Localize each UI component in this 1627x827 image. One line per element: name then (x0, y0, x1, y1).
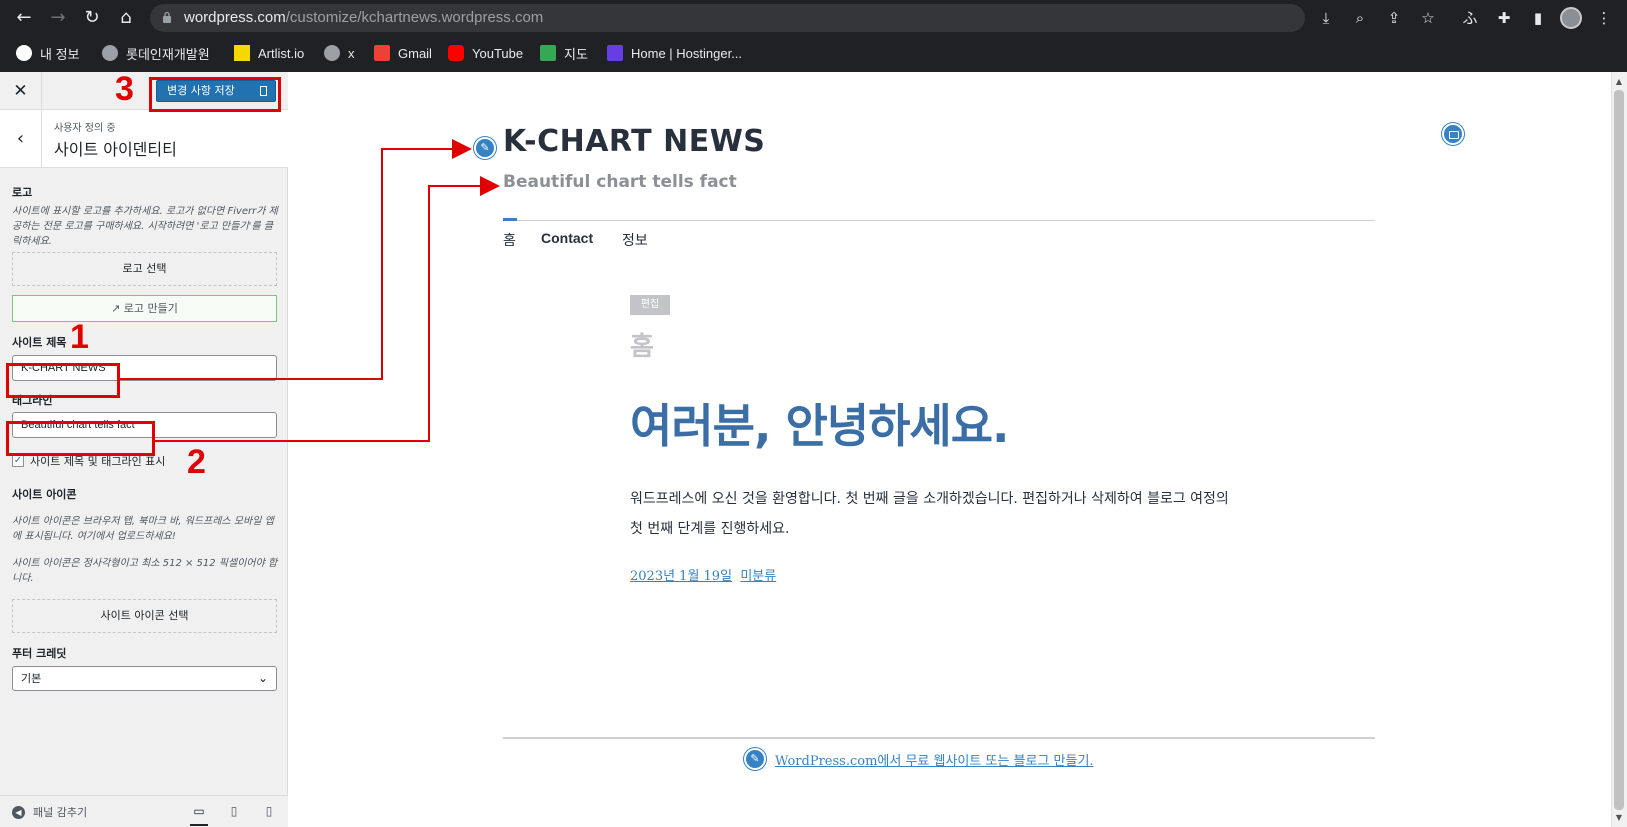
post-meta: 2023년 1월 19일 미분류 (630, 565, 776, 584)
header-divider (503, 220, 1375, 221)
star-icon[interactable]: ☆ (1418, 8, 1438, 28)
globe-icon (102, 45, 118, 61)
bookmark-label: 지도 (564, 46, 588, 62)
lock-icon (163, 11, 171, 23)
gmail-icon (374, 45, 390, 61)
browser-chrome: ← → ↻ ⌂ wordpress.com/customize/kchartne… (0, 0, 1627, 72)
breadcrumb: 사용자 정의 중 (54, 123, 116, 134)
external-link-icon: ↗ (111, 302, 124, 315)
nav-item-about[interactable]: 정보 (622, 230, 648, 250)
bookmark-label: 내 정보 (40, 46, 80, 62)
bookmarks-bar: 내 정보 롯데인재개발원 Artlist.io x Gmail YouTube … (0, 38, 1627, 68)
edit-credit-pencil-icon[interactable]: ✎ (744, 748, 766, 770)
browser-toolbar: ← → ↻ ⌂ wordpress.com/customize/kchartne… (0, 0, 1627, 36)
youtube-icon (448, 45, 464, 61)
edit-badge[interactable]: 편집 (630, 295, 670, 315)
site-icon-description: 사이트 아이콘은 브라우저 탭, 북마크 바, 워드프레스 모바일 앱에 표시됩… (12, 516, 274, 542)
puzzle-icon[interactable]: ✚ (1494, 8, 1514, 28)
annotation-box-save (149, 77, 281, 112)
header-image-icon[interactable] (1442, 123, 1464, 145)
chevron-down-icon: ⌄ (257, 671, 268, 685)
nav-item-home[interactable]: 홈 (503, 230, 516, 250)
extension-fu-icon[interactable]: ふ (1460, 8, 1480, 28)
post-date-link[interactable]: 2023년 1월 19일 (630, 569, 732, 584)
bookmark-item[interactable]: Artlist.io (234, 42, 304, 64)
site-title-label: 사이트 제목 (12, 336, 67, 349)
footer-credit-link[interactable]: WordPress.com에서 무료 웹사이트 또는 블로그 만들기. (775, 750, 1094, 769)
desktop-preview-icon[interactable]: ▭ (190, 802, 208, 826)
bookmark-label: x (348, 45, 355, 61)
reload-icon[interactable]: ↻ (80, 6, 104, 30)
artlist-icon (234, 45, 250, 61)
address-bar[interactable]: wordpress.com/customize/kchartnews.wordp… (150, 4, 1305, 32)
page-title: 홈 (630, 332, 654, 362)
google-icon (16, 45, 32, 61)
logo-make-label: 로고 만들기 (123, 302, 178, 315)
tablet-preview-icon[interactable]: ▯ (225, 802, 243, 820)
annotation-number-2: 2 (187, 443, 206, 481)
bookmark-item[interactable]: 지도 (540, 42, 588, 64)
url-text: wordpress.com/customize/kchartnews.wordp… (184, 9, 544, 26)
bookmark-item[interactable]: Gmail (374, 42, 432, 64)
preview-tagline: Beautiful chart tells fact (503, 172, 737, 192)
bookmark-item[interactable]: 내 정보 (16, 42, 80, 64)
bookmark-label: Artlist.io (258, 45, 305, 61)
home-icon[interactable]: ⌂ (114, 6, 138, 30)
nav-item-contact[interactable]: Contact (541, 230, 593, 246)
nav-active-indicator (503, 218, 517, 221)
scroll-up-icon[interactable]: ▲ (1613, 76, 1625, 88)
site-icon-size-note: 사이트 아이콘은 정사각형이고 최소 512 × 512 픽셀이어야 합니다. (12, 558, 278, 584)
bookmark-item[interactable]: 롯데인재개발원 (102, 42, 210, 64)
bookmark-item[interactable]: YouTube (448, 42, 523, 64)
zoom-icon[interactable]: ⌕ (1350, 8, 1370, 28)
show-title-tagline-checkbox[interactable]: ✓ (12, 455, 24, 467)
bookmark-label: 롯데인재개발원 (126, 46, 210, 62)
bookmark-label: Home | Hostinger... (631, 45, 743, 61)
panel-footer: ◀ 패널 감추기 ▭ ▯ ▯ (0, 795, 288, 827)
section-title: 사이트 아이덴티티 (54, 140, 177, 159)
footer-credit-label: 푸터 크레딧 (12, 647, 67, 660)
scroll-down-icon[interactable]: ▼ (1613, 812, 1625, 824)
sidepanel-icon[interactable]: ▮ (1528, 8, 1548, 28)
footer-credit-select[interactable]: 기본 ⌄ (12, 666, 277, 691)
bookmark-label: Gmail (398, 45, 432, 61)
footer-credit-value: 기본 (21, 672, 42, 685)
hostinger-icon (607, 45, 623, 61)
mobile-preview-icon[interactable]: ▯ (260, 802, 278, 820)
collapse-panel-button[interactable]: ◀ 패널 감추기 (12, 804, 87, 820)
close-icon[interactable]: ✕ (0, 72, 42, 110)
logo-label: 로고 (12, 186, 33, 199)
logo-select-button[interactable]: 로고 선택 (12, 252, 277, 286)
logo-description: 사이트에 표시할 로고를 추가하세요. 로고가 없다면 Fiverr가 제공하는… (12, 206, 278, 247)
annotation-box-tagline (6, 421, 155, 456)
forward-arrow-icon[interactable]: → (46, 6, 70, 30)
annotation-box-site-title (6, 363, 120, 398)
site-icon-select-button[interactable]: 사이트 아이콘 선택 (12, 599, 277, 633)
annotation-number-3: 3 (115, 70, 134, 108)
globe-icon (324, 45, 340, 61)
post-category-link[interactable]: 미분류 (740, 569, 776, 584)
avatar[interactable] (1560, 7, 1582, 29)
back-chevron-icon[interactable]: ‹ (0, 110, 42, 168)
install-icon[interactable]: ⤓ (1316, 8, 1336, 28)
scrollbar-thumb[interactable] (1614, 90, 1624, 810)
preview-site-title[interactable]: K-CHART NEWS (503, 124, 765, 159)
logo-make-button[interactable]: ↗ 로고 만들기 (12, 295, 277, 322)
site-icon-label: 사이트 아이콘 (12, 488, 77, 501)
back-arrow-icon[interactable]: ← (12, 6, 36, 30)
bookmark-item[interactable]: x (324, 42, 355, 64)
collapse-label: 패널 감추기 (33, 806, 88, 819)
annotation-number-1: 1 (70, 318, 89, 356)
section-header: ‹ 사용자 정의 중 사이트 아이덴티티 (0, 110, 288, 168)
bookmark-label: YouTube (472, 45, 524, 61)
maps-icon (540, 45, 556, 61)
post-body: 워드프레스에 오신 것을 환영합니다. 첫 번째 글을 소개하겠습니다. 편집하… (630, 491, 1229, 537)
post-headline[interactable]: 여러분, 안녕하세요. (630, 390, 1010, 456)
edit-title-pencil-icon[interactable]: ✎ (474, 137, 496, 159)
menu-icon[interactable]: ⋮ (1594, 8, 1614, 28)
footer-divider (503, 737, 1375, 739)
bookmark-item[interactable]: Home | Hostinger... (607, 42, 742, 64)
collapse-arrow-icon: ◀ (12, 805, 25, 819)
share-icon[interactable]: ⇪ (1384, 8, 1404, 28)
